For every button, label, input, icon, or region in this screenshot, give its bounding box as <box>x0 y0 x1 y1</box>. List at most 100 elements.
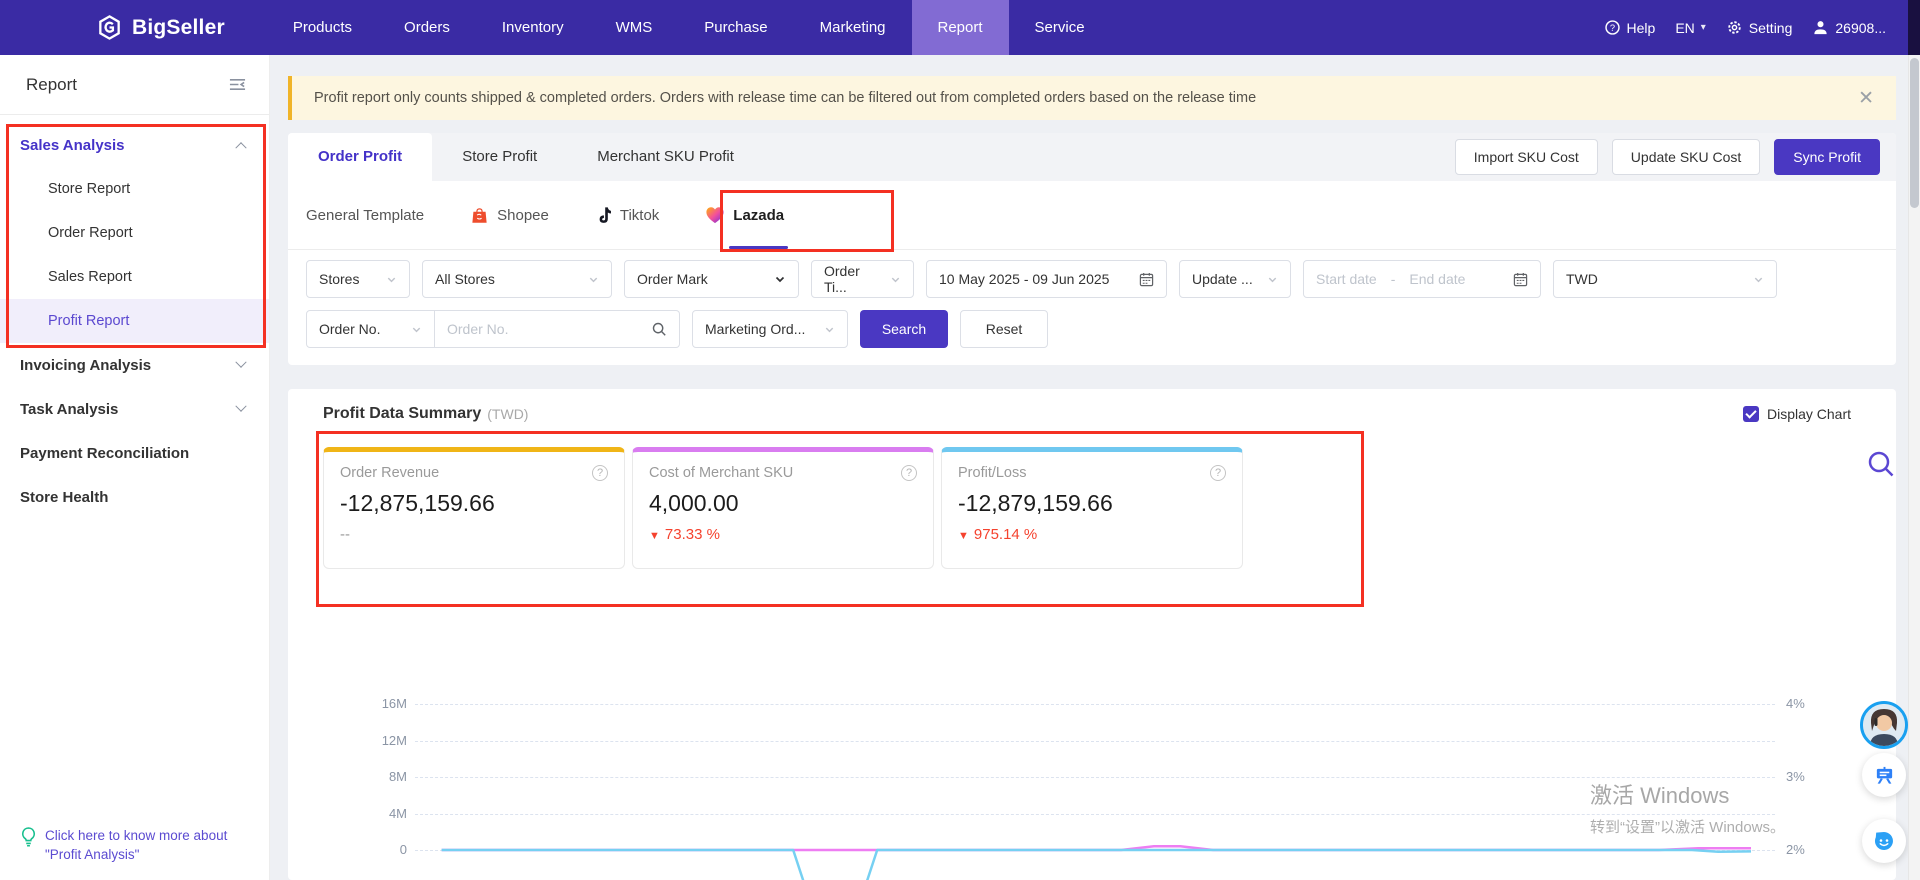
profit-analysis-tip-link[interactable]: Click here to know more about "Profit An… <box>20 826 250 864</box>
close-icon[interactable]: ✕ <box>1858 87 1874 110</box>
marketing-order-value: Marketing Ord... <box>705 321 805 337</box>
platform-tab-general-template[interactable]: General Template <box>306 181 424 249</box>
summary-title: Profit Data Summary <box>323 405 481 423</box>
order-revenue-line <box>442 850 1751 880</box>
stores-type-select[interactable]: Stores <box>306 260 410 298</box>
chart-lines <box>415 690 1775 880</box>
summary-card-delta: ▼73.33 % <box>649 526 917 543</box>
language-select[interactable]: EN ▾ <box>1675 20 1705 36</box>
language-value: EN <box>1675 20 1694 36</box>
sidebar-item-order-report[interactable]: Order Report <box>0 211 269 255</box>
order-date-range-picker[interactable]: 10 May 2025 - 09 Jun 2025 <box>926 260 1167 298</box>
search-icon[interactable] <box>643 321 667 337</box>
tiktok-note-icon <box>595 206 612 225</box>
user-account-button[interactable]: 26908... <box>1812 19 1886 36</box>
nav-item-report[interactable]: Report <box>912 0 1009 55</box>
navbar-right: ? Help EN ▾ Setting 26908... <box>1604 19 1886 36</box>
sidebar-item-sales-report[interactable]: Sales Report <box>0 255 269 299</box>
question-circle-icon[interactable]: ? <box>901 465 917 481</box>
question-circle-icon[interactable]: ? <box>1210 465 1226 481</box>
sidebar-section-label: Store Health <box>20 489 108 506</box>
main-menu: ProductsOrdersInventoryWMSPurchaseMarket… <box>267 0 1111 55</box>
sidebar-item-profit-report[interactable]: Profit Report <box>0 299 269 343</box>
import-sku-cost-button[interactable]: Import SKU Cost <box>1455 139 1598 175</box>
nav-item-inventory[interactable]: Inventory <box>476 0 590 55</box>
summary-card-delta: ▼975.14 % <box>958 526 1226 543</box>
currency-select[interactable]: TWD <box>1553 260 1777 298</box>
display-chart-toggle[interactable]: Display Chart <box>1743 406 1851 422</box>
presentation-board-icon <box>1874 765 1895 786</box>
bigseller-logo[interactable]: BigSeller <box>96 14 225 41</box>
order-no-search-field[interactable] <box>435 310 680 348</box>
setting-button[interactable]: Setting <box>1726 19 1793 36</box>
nav-item-service[interactable]: Service <box>1009 0 1111 55</box>
reset-button[interactable]: Reset <box>960 310 1048 348</box>
update-time-select[interactable]: Update ... <box>1179 260 1291 298</box>
help-icon: ? <box>1604 19 1621 36</box>
scrollbar-thumb[interactable] <box>1910 58 1919 208</box>
report-sidebar: Report Sales AnalysisStore ReportOrder R… <box>0 55 270 880</box>
summary-card-value: -12,879,159.66 <box>958 490 1226 517</box>
magnifier-icon <box>1864 448 1898 482</box>
gear-icon <box>1726 19 1743 36</box>
nav-item-purchase[interactable]: Purchase <box>678 0 793 55</box>
platform-tab-tiktok[interactable]: Tiktok <box>595 181 659 249</box>
y-axis-tick-left: 16M <box>340 696 407 711</box>
question-circle-icon[interactable]: ? <box>592 465 608 481</box>
summary-card-label: Order Revenue <box>340 465 439 481</box>
sidebar-section-payment-reconciliation[interactable]: Payment Reconciliation <box>0 431 269 475</box>
floating-chat-button[interactable] <box>1862 819 1906 863</box>
chevron-up-icon <box>235 142 246 153</box>
notice-text: Profit report only counts shipped & comp… <box>314 90 1256 106</box>
windows-activation-watermark: 激活 Windows 转到“设置”以激活 Windows。 <box>1590 778 1785 837</box>
floating-guide-button[interactable] <box>1862 753 1906 797</box>
nav-item-products[interactable]: Products <box>267 0 378 55</box>
scrollbar-track[interactable] <box>1908 55 1920 880</box>
filter-row-1: Stores All Stores Order Mark Order Ti...… <box>306 260 1878 298</box>
chevron-down-icon <box>235 401 246 412</box>
date-range-value: 10 May 2025 - 09 Jun 2025 <box>939 271 1109 287</box>
nav-item-orders[interactable]: Orders <box>378 0 476 55</box>
stores-type-value: Stores <box>319 271 359 287</box>
search-button[interactable]: Search <box>860 310 948 348</box>
all-stores-select[interactable]: All Stores <box>422 260 612 298</box>
nav-item-wms[interactable]: WMS <box>590 0 679 55</box>
order-time-select[interactable]: Order Ti... <box>811 260 914 298</box>
nav-item-marketing[interactable]: Marketing <box>794 0 912 55</box>
sidebar-section-sales-analysis[interactable]: Sales Analysis <box>0 123 269 167</box>
all-stores-value: All Stores <box>435 271 495 287</box>
profit-tab-bar: Order ProfitStore ProfitMerchant SKU Pro… <box>288 133 1896 181</box>
tab-order-profit[interactable]: Order Profit <box>288 133 432 181</box>
sidebar-section-store-health[interactable]: Store Health <box>0 475 269 519</box>
sidebar-menu: Sales AnalysisStore ReportOrder ReportSa… <box>0 115 269 519</box>
order-no-type-select[interactable]: Order No. <box>306 310 435 348</box>
sidebar-item-store-report[interactable]: Store Report <box>0 167 269 211</box>
sync-profit-button[interactable]: Sync Profit <box>1774 139 1880 175</box>
collapse-sidebar-icon[interactable] <box>228 76 247 93</box>
release-date-range-picker[interactable]: Start date - End date <box>1303 260 1541 298</box>
help-button[interactable]: ? Help <box>1604 19 1656 36</box>
y-axis-tick-left: 0 <box>340 842 407 857</box>
support-agent-avatar[interactable] <box>1860 701 1908 749</box>
sidebar-section-task-analysis[interactable]: Task Analysis <box>0 387 269 431</box>
marketing-order-select[interactable]: Marketing Ord... <box>692 310 848 348</box>
tab-store-profit[interactable]: Store Profit <box>432 133 567 181</box>
filter-panel: Stores All Stores Order Mark Order Ti...… <box>288 250 1896 348</box>
summary-card-label-row: Profit/Loss? <box>958 465 1226 481</box>
shopee-bag-icon <box>470 206 489 225</box>
order-mark-select[interactable]: Order Mark <box>624 260 799 298</box>
y-axis-tick-left: 4M <box>340 806 407 821</box>
summary-card-cost-of-merchant-sku: Cost of Merchant SKU?4,000.00▼73.33 % <box>632 447 934 569</box>
sidebar-section-invoicing-analysis[interactable]: Invoicing Analysis <box>0 343 269 387</box>
update-sku-cost-button[interactable]: Update SKU Cost <box>1612 139 1761 175</box>
tab-merchant-sku-profit[interactable]: Merchant SKU Profit <box>567 133 764 181</box>
platform-tab-label: Tiktok <box>620 207 659 224</box>
sidebar-title: Report <box>26 75 77 95</box>
floating-search-button[interactable] <box>1864 448 1898 487</box>
range-separator: - <box>1391 271 1396 287</box>
order-no-input[interactable] <box>447 321 643 337</box>
user-icon <box>1812 19 1829 36</box>
platform-tab-lazada[interactable]: Lazada <box>705 181 784 249</box>
platform-tab-shopee[interactable]: Shopee <box>470 181 549 249</box>
checkbox-checked-icon[interactable] <box>1743 406 1759 422</box>
